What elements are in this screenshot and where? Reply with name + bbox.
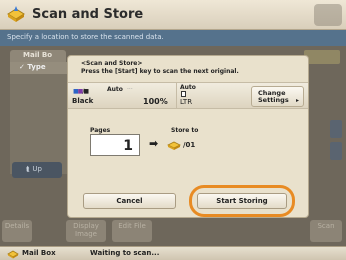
view-toggle-icon[interactable]	[304, 50, 340, 64]
scan-settings-bar: ■■/■ Auto ··· Black 100% Auto LTR Change…	[68, 82, 308, 109]
edit-file-button[interactable]: Edit File	[112, 220, 152, 242]
mailbox-icon	[6, 5, 26, 25]
page-title: Scan and Store	[32, 7, 144, 22]
mailbox-tab[interactable]: Mail Bo	[10, 50, 66, 62]
change-settings-button[interactable]: Change Settings ▸	[251, 86, 304, 107]
zoom-value: 100%	[143, 97, 168, 106]
file-list: ✓ Type	[10, 62, 74, 174]
status-bar: Mail Box Waiting to scan...	[0, 246, 346, 260]
scroll-down-icon[interactable]	[330, 142, 342, 160]
paper-auto: Auto	[180, 84, 196, 91]
scan-dialog: <Scan and Store> Press the [Start] key t…	[67, 55, 309, 218]
store-to-value: /01	[183, 141, 196, 149]
menu-icon[interactable]	[314, 4, 342, 26]
cancel-button[interactable]: Cancel	[83, 193, 176, 209]
title-bar: Scan and Store	[0, 0, 346, 30]
list-header-type[interactable]: ✓ Type	[10, 62, 74, 74]
store-to-label: Store to	[171, 127, 199, 134]
instruction-text: Specify a location to store the scanned …	[0, 30, 346, 46]
divider	[176, 83, 177, 109]
paper-size-value: LTR	[180, 98, 193, 106]
pages-label: Pages	[90, 127, 111, 134]
details-button[interactable]: Details	[2, 220, 32, 242]
dialog-title: <Scan and Store>	[81, 60, 143, 67]
scan-button[interactable]: Scan	[310, 220, 342, 242]
scroll-up-icon[interactable]	[330, 120, 342, 138]
up-button[interactable]: ⮬ Up	[12, 162, 62, 178]
arrow-right-icon: ➡	[149, 137, 159, 150]
start-storing-button[interactable]: Start Storing	[197, 193, 287, 209]
color-mode-icon: ■■/■	[73, 88, 89, 95]
display-image-button[interactable]: Display Image	[66, 220, 106, 242]
color-mode-more-icon: ···	[127, 86, 133, 93]
mailbox-destination-icon	[167, 139, 181, 153]
color-mode-value: Black	[72, 97, 94, 105]
color-mode-auto: Auto	[107, 86, 123, 93]
pages-count-value: 1	[123, 138, 133, 154]
pages-count-field: 1	[90, 134, 140, 156]
status-message: Waiting to scan...	[90, 249, 160, 257]
mailbox-status-icon	[7, 249, 19, 260]
paper-icon	[181, 91, 186, 97]
chevron-right-icon: ▸	[295, 97, 299, 104]
dialog-message: Press the [Start] key to scan the next o…	[81, 68, 239, 75]
status-mailbox-label: Mail Box	[22, 249, 56, 257]
